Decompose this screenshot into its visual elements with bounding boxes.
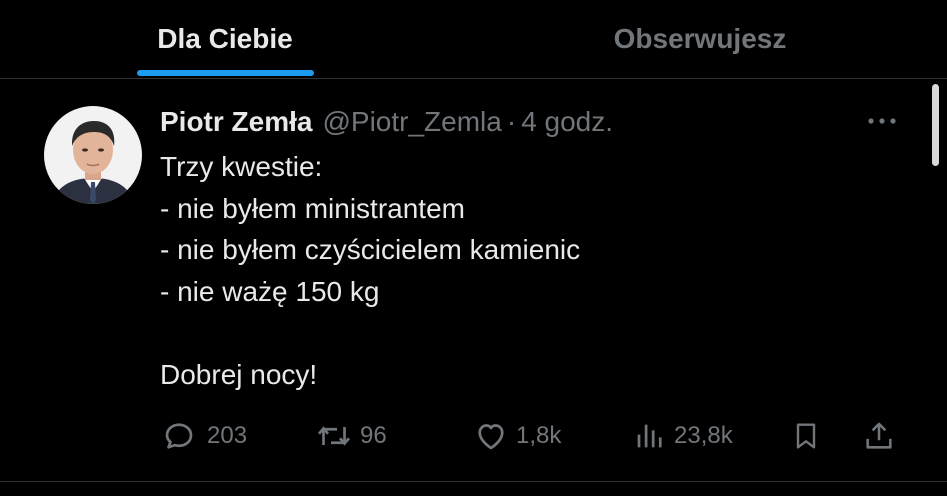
bookmark-button[interactable] <box>790 414 822 458</box>
like-button[interactable]: 1,8k <box>472 414 561 458</box>
retweet-count: 96 <box>360 422 387 449</box>
tweet-line: - nie byłem ministrantem <box>160 192 465 224</box>
avatar-portrait <box>44 106 142 204</box>
retweet-button[interactable]: 96 <box>314 414 387 458</box>
reply-bubble-icon <box>165 423 193 449</box>
more-dots-icon <box>868 118 896 124</box>
avatar[interactable] <box>44 106 142 204</box>
scrollbar-thumb[interactable] <box>932 84 939 166</box>
share-button[interactable] <box>862 414 896 458</box>
author-name[interactable]: Piotr Zemła <box>160 106 312 138</box>
tweet-actions: 203 96 1,8k 23,8k <box>0 414 947 458</box>
timeline-tabs: Dla Ciebie Obserwujesz <box>0 0 947 79</box>
reply-count: 203 <box>207 422 248 449</box>
share-upload-icon <box>866 422 892 449</box>
retweet-icon <box>317 426 351 446</box>
author-handle[interactable]: @Piotr_Zemla <box>322 106 501 138</box>
tab-following[interactable]: Obserwujesz <box>575 0 825 78</box>
tweet-line <box>160 312 880 354</box>
active-tab-indicator <box>137 70 314 76</box>
tab-for-you[interactable]: Dla Ciebie <box>100 0 350 78</box>
tweet-text: Trzy kwestie: - nie byłem ministrantem -… <box>160 146 880 395</box>
more-options-button[interactable] <box>862 106 902 136</box>
reply-button[interactable]: 203 <box>161 414 247 458</box>
tab-for-you-label: Dla Ciebie <box>157 23 293 54</box>
heart-icon <box>478 424 504 450</box>
tab-following-label: Obserwujesz <box>613 23 787 54</box>
bookmark-icon <box>796 423 816 449</box>
bar-chart-icon <box>637 424 662 448</box>
like-count: 1,8k <box>516 422 562 449</box>
views-button[interactable]: 23,8k <box>632 414 733 458</box>
tweet-divider <box>0 481 947 482</box>
tweet-header: Piotr Zemła @Piotr_Zemla · 4 godz. <box>160 100 613 144</box>
tweet-timestamp[interactable]: 4 godz. <box>521 106 613 138</box>
tweet-line: Trzy kwestie: <box>160 151 323 182</box>
view-count: 23,8k <box>674 422 733 449</box>
header-separator: · <box>506 106 517 137</box>
tweet-line: - nie ważę 150 kg <box>160 275 380 307</box>
tweet-line: - nie byłem czyścicielem kamienic <box>160 234 581 265</box>
tweet-line: Dobrej nocy! <box>160 358 318 390</box>
